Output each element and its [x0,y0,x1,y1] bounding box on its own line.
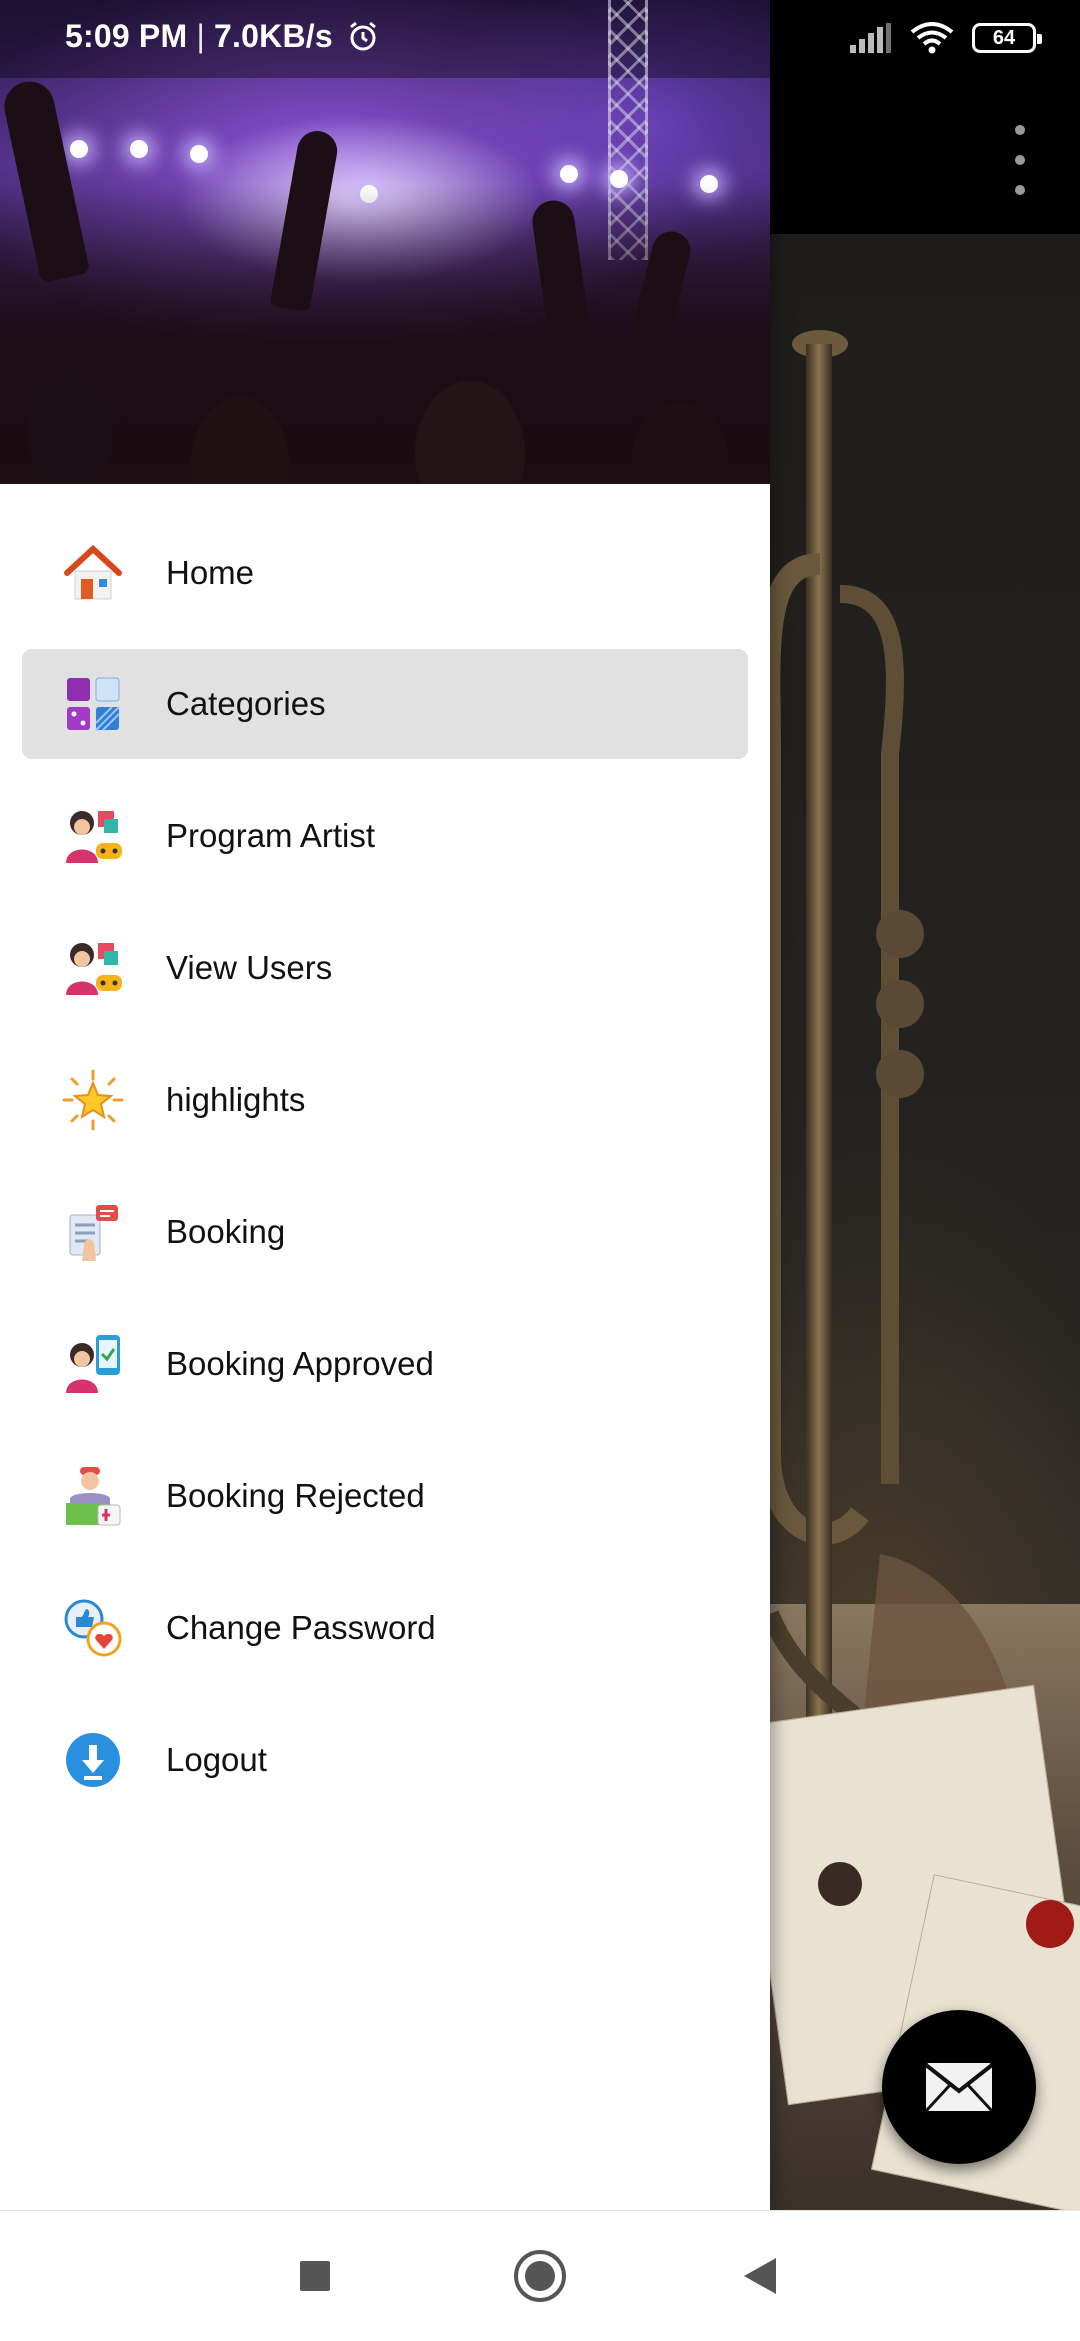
drawer-item-label: Booking Rejected [166,1477,425,1514]
status-net-speed: 7.0KB/s [214,18,333,54]
drawer-item-program-artist[interactable]: Program Artist [22,781,748,891]
berries-image [818,1862,1074,1948]
stage-light [70,140,88,158]
logout-icon [62,1729,124,1791]
back-triangle-icon [744,2258,776,2294]
drawer-item-booking[interactable]: Booking [22,1177,748,1287]
artist-icon [62,805,124,867]
drawer-item-label: Home [166,554,255,591]
drawer-item-highlights[interactable]: highlights [22,1045,748,1155]
battery-level: 64 [992,26,1016,49]
home-button[interactable] [510,2246,570,2306]
status-left: 5:09 PM | 7.0KB/s [65,18,380,55]
drawer-item-label: Program Artist [166,817,376,854]
signal-icon [850,23,891,53]
drawer-item-label: Booking Approved [166,1345,434,1382]
drawer-item-home[interactable]: Home [22,518,748,628]
drawer-item-view-users[interactable]: View Users [22,913,748,1023]
status-time: 5:09 PM [65,18,188,54]
star-icon [62,1069,124,1131]
drawer-item-change-password[interactable]: Change Password [22,1573,748,1683]
drawer-item-categories[interactable]: Categories [22,649,748,759]
stage-light [560,165,578,183]
drawer-item-booking-approved[interactable]: Booking Approved [22,1309,748,1419]
drawer-item-label: Booking [166,1213,286,1250]
back-button[interactable] [730,2246,790,2306]
mail-fab-button[interactable] [882,2010,1036,2164]
home-circle-icon [514,2250,566,2302]
status-right: 64 [848,22,1042,54]
recents-button[interactable] [285,2246,345,2306]
drawer-item-logout[interactable]: Logout [22,1705,748,1815]
drawer-item-label: highlights [166,1081,306,1118]
drawer-item-label: Logout [166,1741,267,1778]
drawer-item-label: Change Password [166,1609,436,1646]
stage-light [190,145,208,163]
alarm-icon [350,21,376,51]
drawer-item-label: Categories [166,685,326,722]
booking-icon [62,1201,124,1263]
mail-icon [924,2063,994,2113]
battery-icon: 64 [972,23,1042,53]
status-separator: | [196,18,205,54]
categories-icon [62,673,124,735]
system-navigation-bar [0,2210,1080,2341]
wifi-icon [910,22,954,54]
booking-approved-icon [62,1333,124,1395]
change-password-icon [62,1597,124,1659]
navigation-drawer: Home Categories Program Artist View User… [0,0,770,2210]
drawer-item-label: View Users [166,949,333,986]
more-vert-icon[interactable] [1000,125,1040,195]
stage-light [130,140,148,158]
recents-square-icon [300,2261,330,2291]
booking-rejected-icon [62,1465,124,1527]
status-bar: 5:09 PM | 7.0KB/s 64 [0,0,1080,78]
home-icon [62,542,124,604]
drawer-item-booking-rejected[interactable]: Booking Rejected [22,1441,748,1551]
users-icon [62,937,124,999]
